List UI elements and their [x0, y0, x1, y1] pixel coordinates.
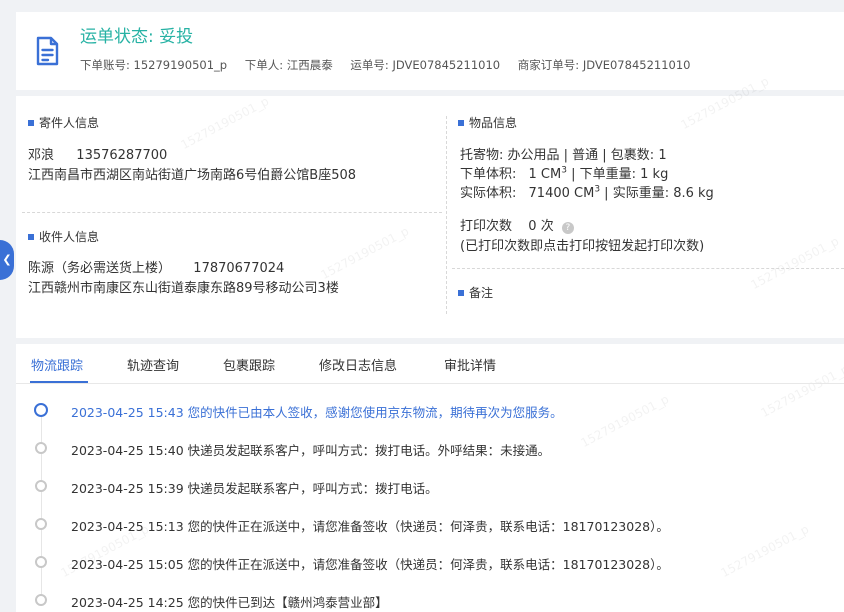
timeline-text: 2023-04-25 15:13 您的快件正在派送中，请您准备签收（快递员：何泽贵… [71, 519, 669, 534]
tab-trajectory-query[interactable]: 轨迹查询 [127, 355, 179, 374]
timeline-dot [34, 403, 48, 417]
receiver-phone: 17870677024 [193, 261, 285, 276]
divider [452, 268, 844, 269]
tab-logistics-tracking[interactable]: 物流跟踪 [31, 355, 83, 374]
timeline-dot [35, 594, 47, 606]
info-panel: 15279190501_p 15279190501_p 15279190501_… [16, 74, 844, 338]
timeline-item: 2023-04-25 15:05 您的快件正在派送中，请您准备签收（快递员：何泽贵… [16, 548, 844, 578]
timeline-dot [35, 442, 47, 454]
document-icon [36, 36, 59, 66]
status-label: 运单状态: [80, 27, 154, 47]
timeline-text: 2023-04-25 15:39 快递员发起联系客户，呼叫方式：拨打电话。 [71, 481, 438, 496]
waybill-header: 运单状态: 妥投 下单账号: 15279190501_p 下单人: 江西晨泰 运… [16, 12, 844, 90]
print-count: 打印次数 0 次 ? [460, 215, 574, 234]
timeline-item: 2023-04-25 15:13 您的快件正在派送中，请您准备签收（快递员：何泽贵… [16, 510, 844, 540]
tracking-panel: 15279190501_p 15279190501_p 15279190501_… [16, 344, 844, 612]
divider [446, 116, 447, 314]
collapse-handle[interactable]: ❮ [0, 240, 14, 280]
timeline-text: 2023-04-25 14:25 您的快件已到达【赣州鸿泰营业部】 [71, 595, 388, 610]
tab-package-tracking[interactable]: 包裹跟踪 [223, 355, 275, 374]
timeline-dot [35, 518, 47, 530]
active-tab-indicator [30, 381, 88, 383]
meta-waybill-no: 运单号: JDVE07845211010 [350, 58, 501, 72]
divider [22, 212, 442, 213]
goods-title: 物品信息 [458, 114, 517, 131]
timeline-item: 2023-04-25 15:43 您的快件已由本人签收，感谢您使用京东物流，期待再… [16, 396, 844, 426]
timeline-item: 2023-04-25 15:40 快递员发起联系客户，呼叫方式：拨打电话。外呼结果… [16, 434, 844, 464]
print-note: (已打印次数即点击打印按钮发起打印次数) [460, 239, 705, 254]
watermark: 15279190501_p [748, 233, 842, 293]
sender-title: 寄件人信息 [28, 114, 99, 131]
goods-actual-dims: 实际体积: 71400 CM3 | 实际重量: 8.6 kg [460, 184, 714, 201]
goods-order-dims: 下单体积: 1 CM3 | 下单重量: 1 kg [460, 165, 669, 182]
timeline-item: 2023-04-25 15:39 快递员发起联系客户，呼叫方式：拨打电话。 [16, 472, 844, 502]
goods-summary: 托寄物: 办公用品 | 普通 | 包裹数: 1 [460, 148, 667, 163]
receiver-name: 陈源（务必需送货上楼） [28, 261, 172, 276]
watermark: 15279190501_p [178, 93, 272, 153]
waybill-meta: 下单账号: 15279190501_p 下单人: 江西晨泰 运单号: JDVE0… [80, 57, 704, 73]
print-count-label: 打印次数 [460, 219, 513, 234]
timeline-text: 2023-04-25 15:05 您的快件正在派送中，请您准备签收（快递员：何泽贵… [71, 557, 669, 572]
meta-merchant-order-no: 商家订单号: JDVE07845211010 [517, 58, 691, 72]
receiver-title: 收件人信息 [28, 228, 99, 245]
meta-orderer: 下单人: 江西晨泰 [244, 58, 333, 72]
tab-change-log[interactable]: 修改日志信息 [319, 355, 397, 374]
chevron-left-icon: ❮ [2, 253, 12, 266]
meta-account: 下单账号: 15279190501_p [80, 58, 228, 72]
print-count-value: 0 次 [528, 219, 554, 234]
remark-title: 备注 [458, 284, 493, 301]
timeline-text: 2023-04-25 15:43 您的快件已由本人签收，感谢您使用京东物流，期待再… [71, 405, 563, 420]
waybill-status: 运单状态: 妥投 [80, 22, 193, 47]
sender-address: 江西南昌市西湖区南站街道广场南路6号伯爵公馆B座508 [28, 168, 357, 183]
sender-phone: 13576287700 [76, 148, 168, 163]
tab-approval-details[interactable]: 审批详情 [444, 355, 496, 374]
timeline-text: 2023-04-25 15:40 快递员发起联系客户，呼叫方式：拨打电话。外呼结果… [71, 443, 551, 458]
timeline-dot [35, 556, 47, 568]
sender-name: 邓浪 [28, 148, 55, 163]
receiver-contact: 陈源（务必需送货上楼） 17870677024 [28, 257, 284, 276]
watermark: 15279190501_p [318, 223, 412, 283]
timeline-item: 2023-04-25 14:25 您的快件已到达【赣州鸿泰营业部】 [16, 586, 844, 612]
timeline-dot [35, 480, 47, 492]
receiver-address: 江西赣州市南康区东山街道泰康东路89号移动公司3楼 [28, 281, 339, 296]
sender-contact: 邓浪 13576287700 [28, 144, 167, 163]
question-icon[interactable]: ? [561, 222, 574, 234]
tab-bar: 物流跟踪 轨迹查询 包裹跟踪 修改日志信息 审批详情 [16, 344, 844, 384]
status-value: 妥投 [159, 27, 194, 47]
